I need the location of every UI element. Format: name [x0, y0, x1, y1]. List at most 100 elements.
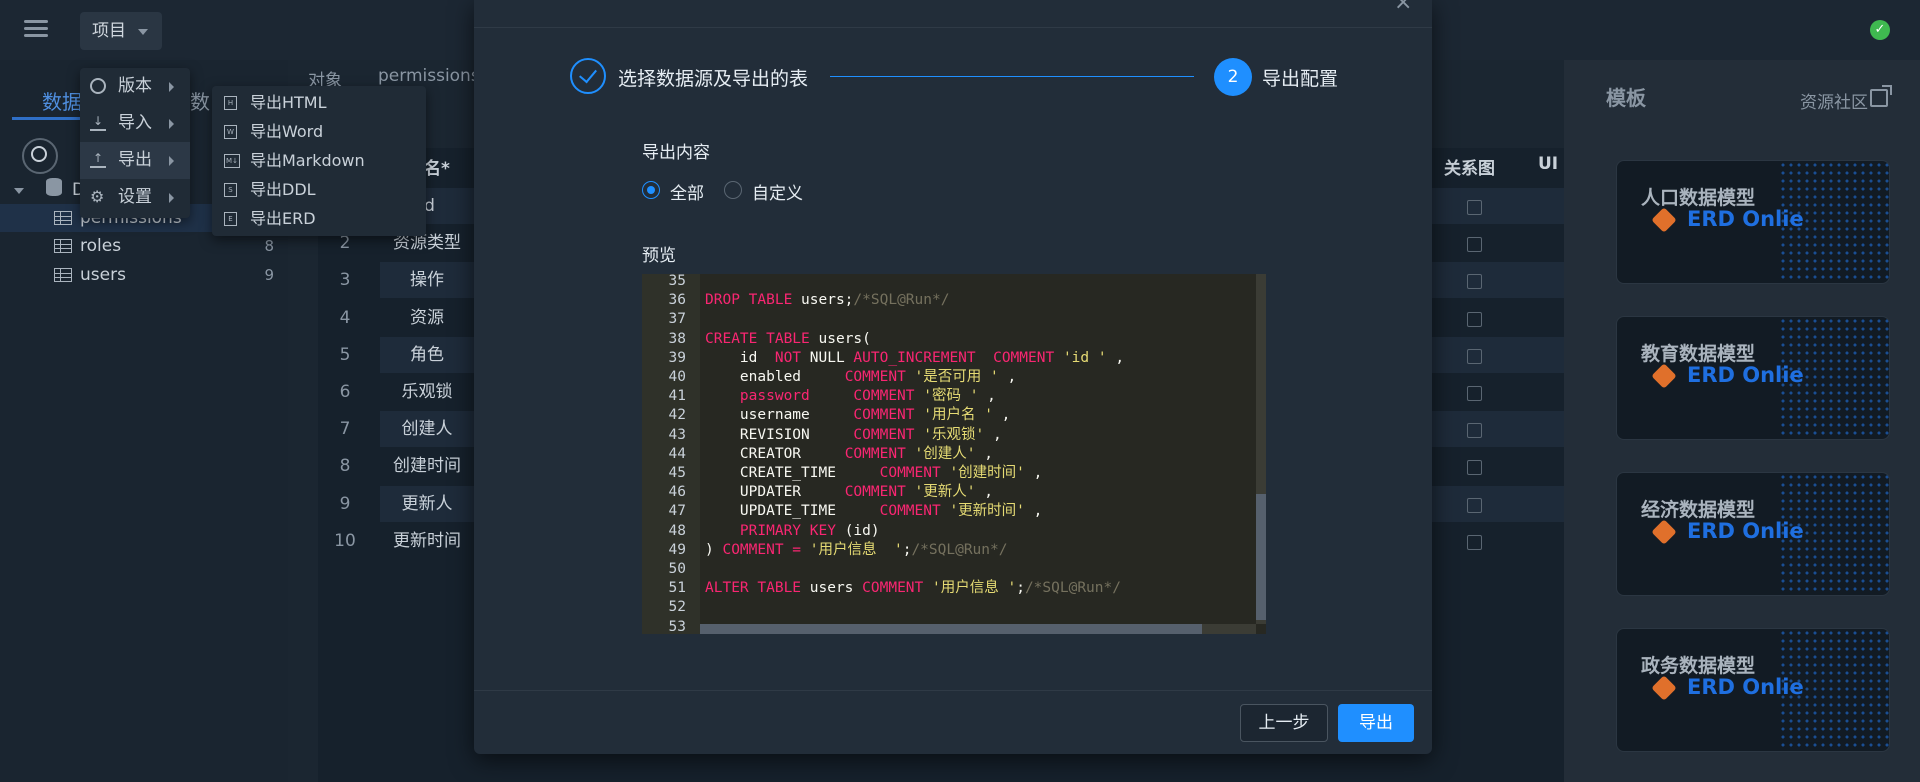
field-name-cell[interactable]: 角色 — [380, 337, 474, 373]
preview-horizontal-scroll-thumb[interactable] — [700, 624, 1202, 634]
row-number: 8 — [339, 456, 351, 477]
menu-item-import[interactable]: ↓ 导入 — [80, 105, 190, 142]
submenu-export-markdown[interactable]: M↓ 导出Markdown — [212, 146, 426, 175]
radio-custom-label[interactable]: 自定义 — [752, 179, 803, 204]
tree-item-users[interactable]: users 9 — [0, 261, 288, 289]
chevron-right-icon — [169, 156, 174, 166]
tree-expand-caret-icon[interactable] — [14, 188, 24, 194]
field-name-cell[interactable]: 更新时间 — [380, 523, 474, 559]
menu-item-settings[interactable]: ⚙ 设置 — [80, 179, 190, 216]
tab-permissions[interactable]: permissions — [378, 66, 480, 86]
code-token: , — [998, 369, 1017, 385]
export-button[interactable]: 导出 — [1338, 704, 1414, 742]
project-menu-button[interactable]: 项目 — [80, 12, 162, 50]
field-name-cell[interactable]: 创建人 — [380, 411, 474, 447]
field-name-cell[interactable]: 操作 — [380, 262, 474, 298]
code-text: UPDATE_TIME COMMENT '更新时间' , — [705, 502, 1042, 521]
chevron-right-icon — [169, 193, 174, 203]
step-done-check-icon — [570, 58, 606, 94]
template-brand: ERD Onlie — [1687, 675, 1804, 699]
download-icon: ↓ — [90, 115, 106, 131]
row-number: 2 — [339, 233, 351, 254]
code-text: CREATE TABLE users( — [705, 330, 871, 349]
code-token: (id) — [844, 522, 880, 539]
relation-checkbox[interactable] — [1467, 274, 1482, 290]
template-card[interactable]: 经济数据模型 ERD Onlie — [1616, 472, 1890, 596]
code-token: , — [1024, 503, 1043, 520]
code-text: REVISION COMMENT '乐观锁' , — [705, 426, 1002, 445]
submenu-export-html[interactable]: H 导出HTML — [212, 88, 426, 117]
external-link-icon[interactable] — [1870, 85, 1892, 107]
resource-community-link[interactable]: 资源社区 — [1800, 88, 1868, 113]
code-token: , — [984, 426, 1002, 443]
search-icon[interactable] — [22, 138, 58, 174]
relation-checkbox[interactable] — [1467, 237, 1482, 253]
code-line: 43 REVISION COMMENT '乐观锁' , — [642, 426, 1242, 445]
upload-icon: ↑ — [90, 152, 106, 168]
code-token: , — [975, 445, 993, 462]
tree-item-count: 8 — [264, 237, 274, 255]
code-token: '创建时间' — [949, 465, 1025, 481]
field-name-cell[interactable]: 资源 — [380, 300, 474, 336]
code-text: ) COMMENT = '用户信息 ';/*SQL@Run*/ — [705, 541, 1007, 560]
relation-checkbox[interactable] — [1467, 311, 1482, 327]
code-token: '密码 ' — [923, 388, 979, 405]
submenu-label: 导出ERD — [250, 209, 316, 228]
submenu-export-erd[interactable]: E 导出ERD — [212, 204, 426, 233]
menu-item-export[interactable]: ↑ 导出 — [80, 142, 190, 179]
relation-checkbox[interactable] — [1467, 348, 1482, 364]
relation-checkbox[interactable] — [1467, 386, 1482, 401]
hamburger-menu-icon[interactable] — [20, 16, 52, 44]
close-icon[interactable]: × — [1394, 0, 1412, 15]
code-token: COMMENT — [879, 503, 950, 520]
code-token: '乐观锁' — [923, 426, 985, 443]
line-number: 45 — [668, 465, 686, 481]
chevron-right-icon — [169, 119, 174, 129]
submenu-export-word[interactable]: W 导出Word — [212, 117, 426, 146]
template-card[interactable]: 政务数据模型 ERD Onlie — [1616, 628, 1890, 752]
relation-checkbox[interactable] — [1467, 497, 1482, 513]
row-number: 10 — [334, 530, 356, 551]
relation-checkbox[interactable] — [1467, 423, 1482, 439]
template-card[interactable]: 人口数据模型 ERD Onlie — [1616, 160, 1890, 284]
template-card[interactable]: 教育数据模型 ERD Onlie — [1616, 316, 1890, 440]
step2-number: 2 — [1214, 58, 1252, 96]
radio-all[interactable] — [642, 181, 660, 199]
relation-checkbox[interactable] — [1467, 534, 1482, 550]
gear-icon: ⚙ — [90, 187, 105, 206]
preview-label: 预览 — [642, 246, 676, 266]
row-number: 7 — [339, 419, 351, 440]
radio-custom[interactable] — [724, 181, 742, 199]
preview-vertical-scroll-thumb[interactable] — [1256, 494, 1266, 620]
tree-item-label: roles — [80, 236, 122, 256]
template-panel-title: 模板 — [1606, 86, 1646, 110]
tab-second[interactable]: 数 — [190, 86, 210, 115]
code-line: 45 CREATE_TIME COMMENT '创建时间' , — [642, 464, 1242, 483]
relation-checkbox[interactable] — [1467, 460, 1482, 476]
code-token: COMMENT — [879, 465, 950, 481]
code-token: , — [975, 484, 993, 501]
caret-down-icon — [138, 29, 148, 35]
chevron-right-icon — [169, 82, 174, 92]
code-token: password COMMENT — [705, 388, 924, 405]
field-name-cell[interactable]: 乐观锁 — [380, 374, 474, 410]
sql-preview[interactable]: 35 36 DROP TABLE users;/*SQL@Run*/37 38 CREA… — [642, 274, 1266, 634]
relation-checkbox[interactable] — [1467, 200, 1482, 215]
erd-file-icon: E — [224, 212, 237, 226]
line-number: 49 — [668, 541, 686, 558]
tab-data[interactable]: 数据 — [42, 86, 82, 115]
menu-item-version[interactable]: 版本 — [80, 68, 190, 105]
export-content-label: 导出内容 — [642, 143, 710, 163]
submenu-export-ddl[interactable]: S 导出DDL — [212, 175, 426, 204]
field-name-cell[interactable]: 创建时间 — [380, 448, 474, 484]
prev-step-button[interactable]: 上一步 — [1240, 704, 1328, 742]
tree-item-roles[interactable]: roles 8 — [0, 232, 288, 260]
code-token: UPDATE_TIME — [705, 503, 880, 520]
code-text: DROP TABLE users;/*SQL@Run*/ — [705, 291, 949, 310]
radio-all-label[interactable]: 全部 — [670, 179, 704, 204]
submenu-label: 导出DDL — [250, 180, 316, 199]
field-name-cell[interactable]: 更新人 — [380, 486, 474, 522]
code-line: 35 — [642, 274, 1242, 291]
column-header-name: 名* — [424, 159, 450, 179]
code-token: COMMENT — [844, 369, 915, 385]
